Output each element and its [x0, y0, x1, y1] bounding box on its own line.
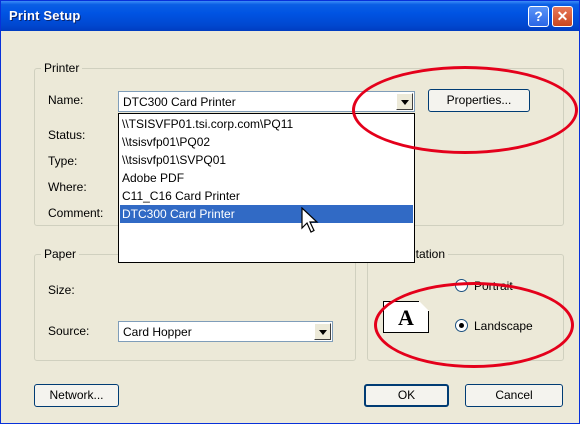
- status-label: Status:: [48, 128, 86, 142]
- printer-name-value: DTC300 Card Printer: [123, 95, 236, 109]
- printer-dropdown-list[interactable]: \\TSISVFP01.tsi.corp.com\PQ11 \\tsisvfp0…: [118, 113, 415, 263]
- paper-source-value: Card Hopper: [123, 325, 192, 339]
- network-button[interactable]: Network...: [34, 384, 119, 407]
- title-bar[interactable]: Print Setup ? ✕: [1, 1, 579, 31]
- type-label: Type:: [48, 154, 78, 168]
- printer-option[interactable]: Adobe PDF: [120, 169, 413, 187]
- window-title: Print Setup: [9, 8, 81, 23]
- landscape-highlight-oval: [374, 282, 574, 368]
- where-label: Where:: [48, 180, 87, 194]
- ok-button[interactable]: OK: [364, 384, 449, 407]
- comment-label: Comment:: [48, 206, 104, 220]
- properties-highlight-oval: [352, 66, 578, 154]
- paper-group-label: Paper: [41, 247, 80, 261]
- close-icon: ✕: [556, 8, 569, 24]
- mouse-cursor-icon: [301, 207, 319, 233]
- printer-option[interactable]: \\tsisvfp01\SVPQ01: [120, 151, 413, 169]
- printer-group-label: Printer: [41, 61, 83, 75]
- close-button[interactable]: ✕: [552, 6, 573, 27]
- printer-option[interactable]: C11_C16 Card Printer: [120, 187, 413, 205]
- name-label: Name:: [48, 93, 84, 107]
- paper-group: Paper: [34, 247, 356, 361]
- printer-option-selected[interactable]: DTC300 Card Printer: [120, 205, 413, 223]
- printer-option[interactable]: \\tsisvfp01\PQ02: [120, 133, 413, 151]
- help-icon: ?: [534, 8, 543, 24]
- paper-source-select[interactable]: Card Hopper: [118, 321, 333, 342]
- chevron-down-icon[interactable]: [314, 323, 331, 340]
- cancel-button[interactable]: Cancel: [465, 384, 563, 407]
- size-label: Size:: [48, 283, 75, 297]
- source-label: Source:: [48, 324, 90, 338]
- help-button[interactable]: ?: [528, 6, 549, 27]
